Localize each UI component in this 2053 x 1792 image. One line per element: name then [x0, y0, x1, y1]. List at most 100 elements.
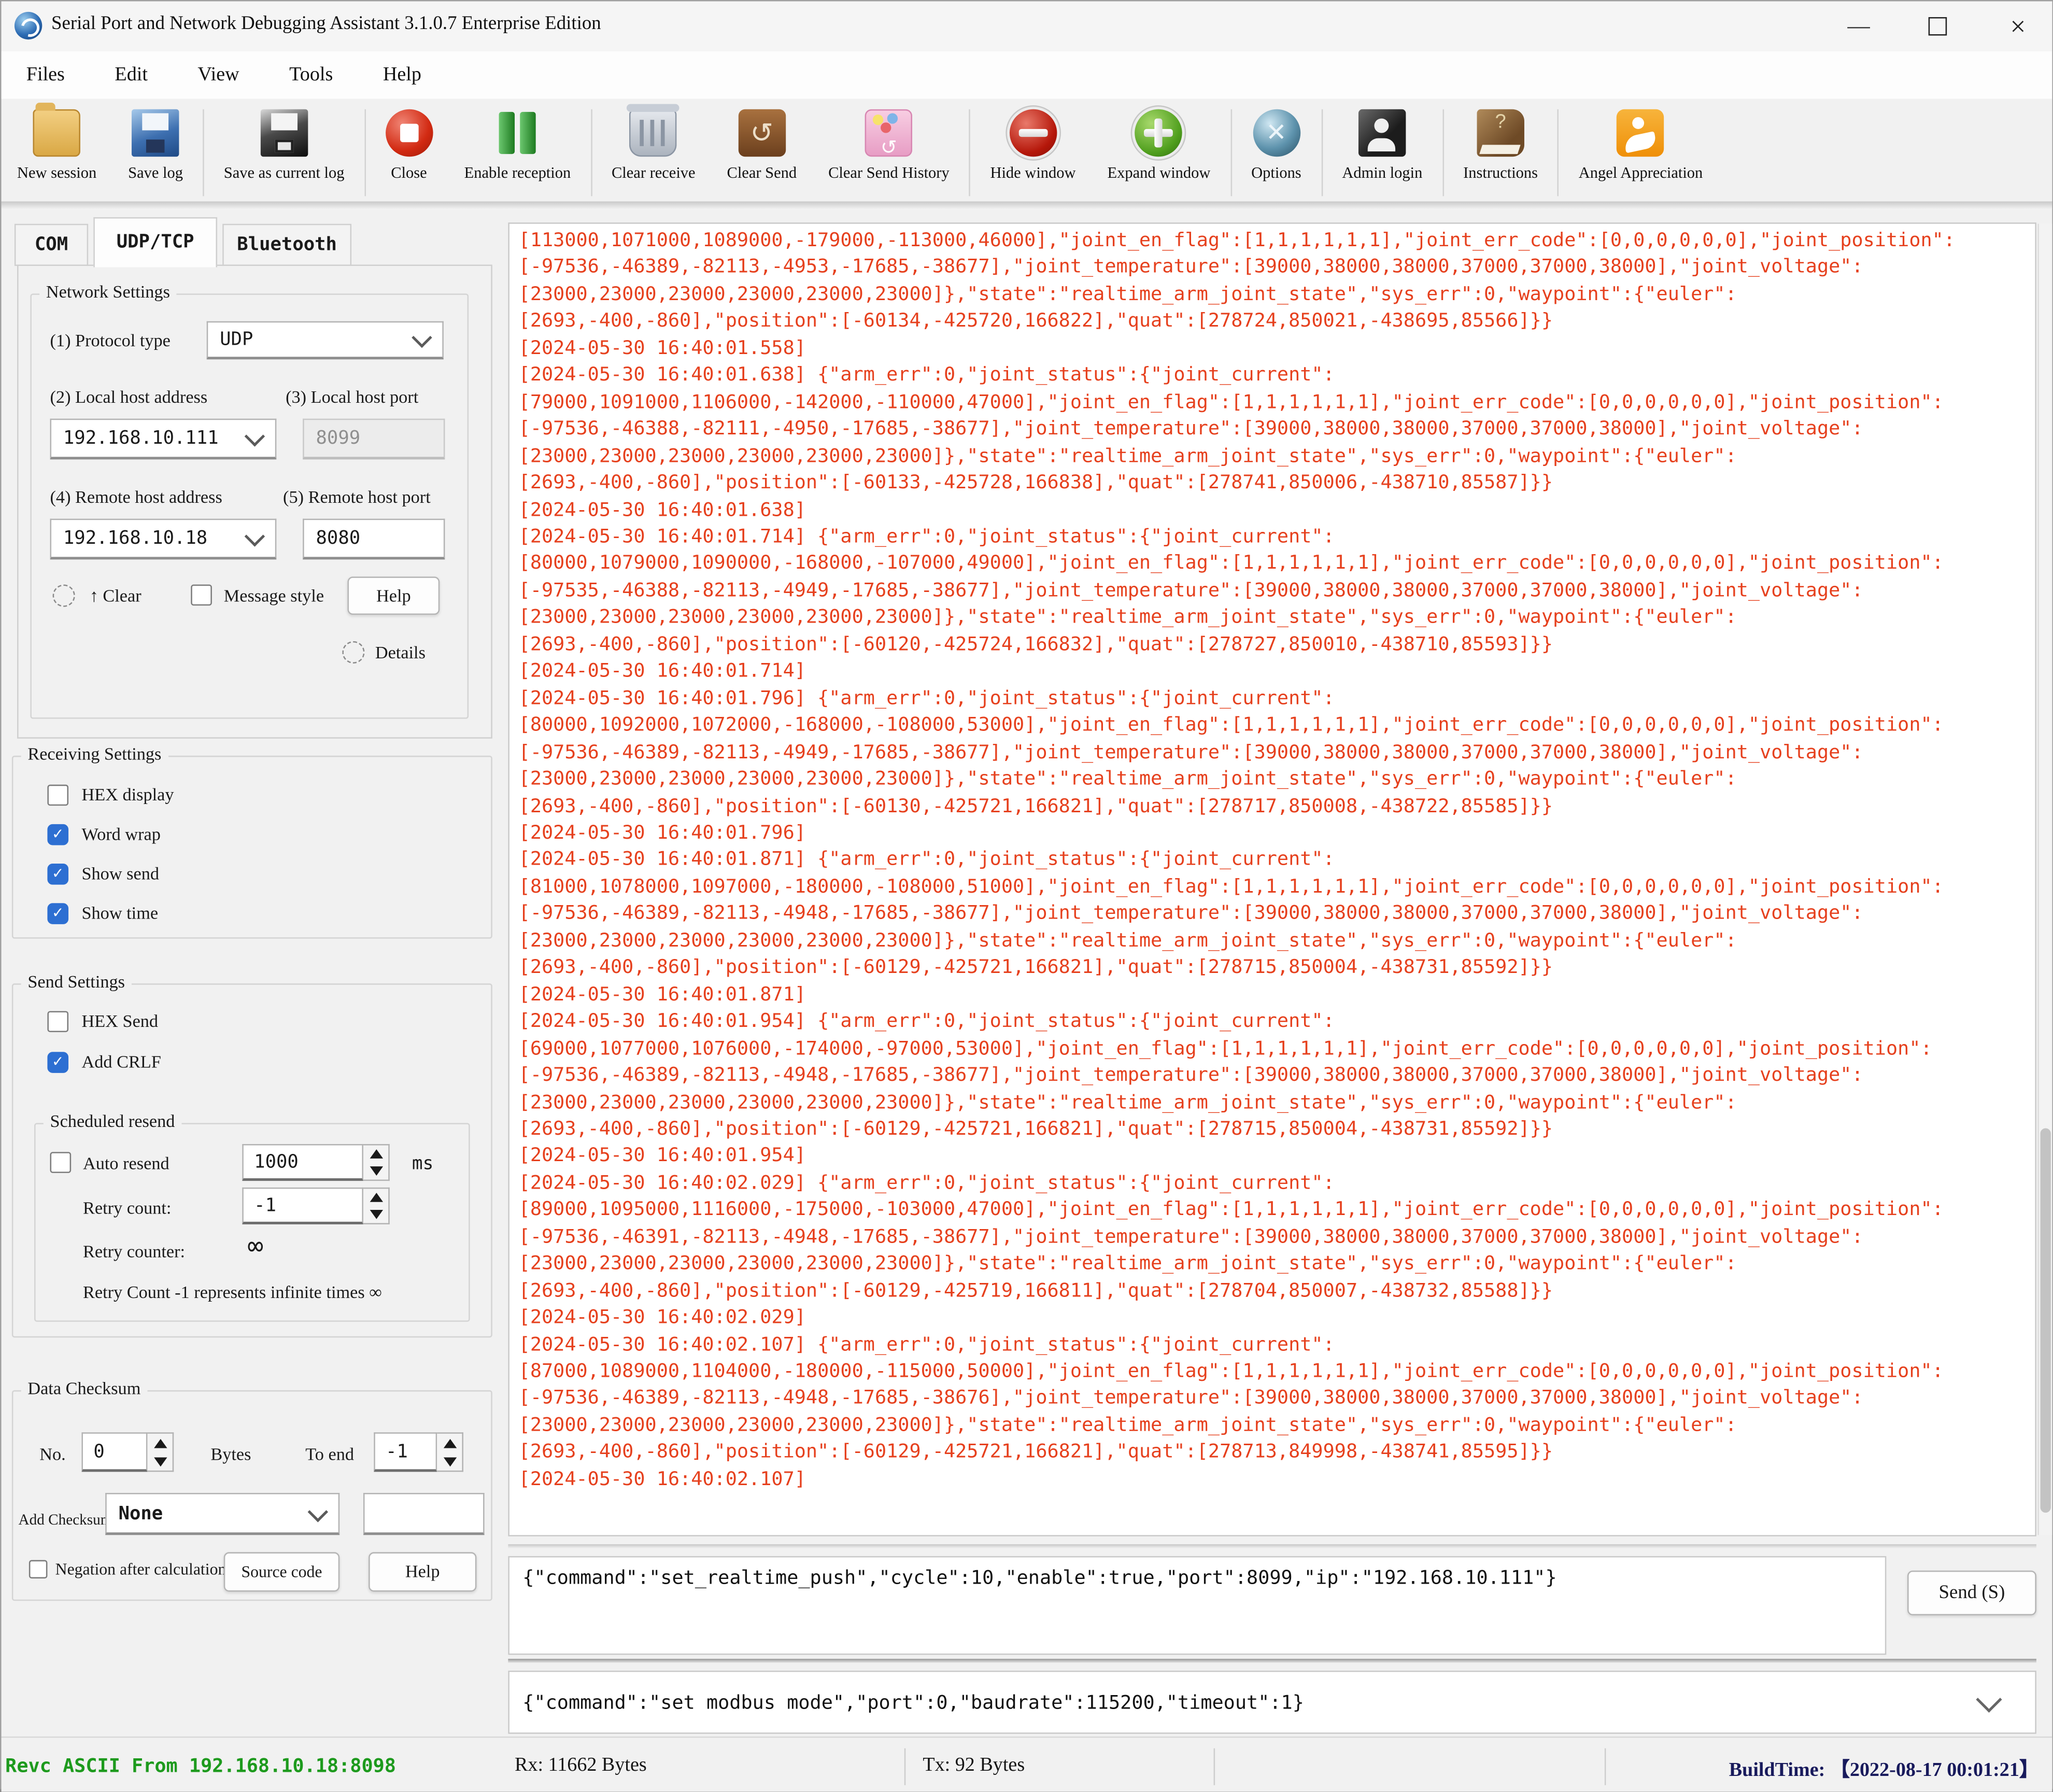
- auto-resend-label: Auto resend: [83, 1153, 169, 1175]
- send-button[interactable]: Send (S): [1907, 1571, 2036, 1615]
- menu-edit[interactable]: Edit: [90, 64, 173, 86]
- tab-udp-tcp[interactable]: UDP/TCP: [93, 217, 217, 267]
- toolbar-enable-reception-button[interactable]: Enable reception: [448, 109, 587, 183]
- remote-host-address-select[interactable]: 192.168.10.18: [50, 519, 277, 560]
- toolbar-separator: [1321, 109, 1323, 196]
- tab-bluetooth[interactable]: Bluetooth: [222, 224, 351, 266]
- retry-counter-label: Retry counter:: [83, 1241, 185, 1263]
- menu-files[interactable]: Files: [2, 64, 90, 86]
- step-up-icon[interactable]: [147, 1434, 172, 1452]
- resend-interval-value[interactable]: 1000: [242, 1144, 363, 1181]
- resend-interval-stepper[interactable]: 1000: [242, 1144, 389, 1181]
- chevron-down-icon[interactable]: [1976, 1687, 2002, 1713]
- log-scrollbar-thumb[interactable]: [2041, 1128, 2051, 1513]
- remote-host-address-label: (4) Remote host address: [50, 487, 222, 509]
- toolbar-clear-receive-button[interactable]: Clear receive: [596, 109, 711, 183]
- splitter[interactable]: [508, 1659, 2036, 1663]
- retry-count-stepper[interactable]: -1: [242, 1188, 389, 1224]
- show-send-checkbox[interactable]: ✓ Show send: [47, 864, 159, 885]
- step-down-icon[interactable]: [147, 1452, 172, 1471]
- checked-icon[interactable]: ✓: [47, 903, 68, 924]
- retry-count-value[interactable]: -1: [242, 1188, 363, 1224]
- toolbar-label: Hide window: [990, 163, 1075, 183]
- step-up-icon[interactable]: [437, 1434, 462, 1452]
- toolbar-instructions-button[interactable]: Instructions: [1448, 109, 1554, 183]
- admin-login-icon: [1358, 109, 1406, 157]
- toolbar-options-button[interactable]: Options: [1236, 109, 1318, 183]
- step-down-icon[interactable]: [363, 1206, 388, 1223]
- receive-log-area[interactable]: [113000,1071000,1089000,-179000,-113000,…: [508, 222, 2036, 1536]
- remote-host-port-input[interactable]: 8080: [303, 519, 445, 560]
- menu-help[interactable]: Help: [358, 64, 447, 86]
- local-host-port-input[interactable]: 8099: [303, 419, 445, 460]
- toolbar-separator: [590, 109, 592, 196]
- protocol-type-select[interactable]: UDP: [207, 321, 444, 360]
- toolbar-close-button[interactable]: Close: [370, 109, 448, 183]
- local-host-address-select[interactable]: 192.168.10.111: [50, 419, 277, 460]
- menu-view[interactable]: View: [173, 64, 264, 86]
- checksum-no-value[interactable]: 0: [81, 1432, 147, 1472]
- network-settings-title: Network Settings: [39, 281, 176, 303]
- toolbar-clear-send-history-button[interactable]: Clear Send History: [813, 109, 966, 183]
- toolbar-hide-window-button[interactable]: Hide window: [974, 109, 1092, 183]
- checkbox-label: Word wrap: [81, 824, 160, 845]
- maximize-icon[interactable]: [1901, 2, 1974, 52]
- step-up-icon[interactable]: [363, 1189, 388, 1206]
- checksum-to-end-stepper[interactable]: -1: [374, 1432, 463, 1472]
- hex-display-checkbox[interactable]: HEX display: [47, 785, 174, 806]
- save-as-current-log-icon: [260, 109, 307, 157]
- statusbar-divider: [1214, 1748, 1215, 1785]
- toolbar-separator: [1230, 109, 1232, 196]
- toolbar-label: New session: [17, 163, 96, 183]
- network-help-button[interactable]: Help: [347, 576, 440, 615]
- add-checksum-select[interactable]: None: [105, 1493, 339, 1535]
- source-code-button[interactable]: Source code: [224, 1552, 339, 1591]
- add-crlf-checkbox[interactable]: ✓Add CRLF: [47, 1052, 161, 1073]
- unchecked-icon[interactable]: [47, 785, 68, 806]
- toolbar-clear-send-button[interactable]: Clear Send: [711, 109, 813, 183]
- message-style-label: Message style: [224, 586, 324, 607]
- enable-reception-icon: [494, 109, 541, 157]
- tab-com[interactable]: COM: [15, 224, 88, 266]
- checksum-extra-input[interactable]: [363, 1493, 485, 1535]
- app-icon: [15, 12, 42, 39]
- send-history-input[interactable]: {"command":"set modbus mode","port":0,"b…: [508, 1671, 2036, 1734]
- log-scrollbar[interactable]: [2037, 224, 2052, 1535]
- protocol-type-label: (1) Protocol type: [50, 330, 171, 351]
- toolbar-admin-login-button[interactable]: Admin login: [1326, 109, 1438, 183]
- send-input[interactable]: {"command":"set_realtime_push","cycle":1…: [508, 1556, 1886, 1655]
- toolbar-angel-appreciation-button[interactable]: Angel Appreciation: [1563, 109, 1718, 183]
- step-down-icon[interactable]: [437, 1452, 462, 1471]
- checked-icon[interactable]: ✓: [47, 1052, 68, 1073]
- toolbar-save-log-button[interactable]: Save log: [112, 109, 199, 183]
- step-down-icon[interactable]: [363, 1163, 388, 1180]
- menu-tools[interactable]: Tools: [264, 64, 358, 86]
- checksum-no-stepper[interactable]: 0: [81, 1432, 174, 1472]
- hex-send-checkbox[interactable]: HEX Send: [47, 1011, 158, 1032]
- checked-icon[interactable]: ✓: [47, 824, 68, 845]
- details-button[interactable]: Details: [375, 642, 426, 664]
- unchecked-icon[interactable]: [47, 1011, 68, 1032]
- checkbox-label: Show send: [81, 864, 159, 885]
- close-icon[interactable]: ×: [1981, 2, 2053, 52]
- toolbar-separator: [1442, 109, 1443, 196]
- menu-bar: FilesEditViewToolsHelp: [2, 51, 2052, 98]
- checksum-to-end-value[interactable]: -1: [374, 1432, 437, 1472]
- negation-checkbox[interactable]: [29, 1560, 48, 1579]
- step-up-icon[interactable]: [363, 1146, 388, 1163]
- checksum-help-button[interactable]: Help: [369, 1552, 476, 1591]
- toolbar-new-session-button[interactable]: New session: [2, 109, 112, 183]
- auto-resend-checkbox[interactable]: [50, 1152, 72, 1173]
- checked-icon[interactable]: ✓: [47, 864, 68, 885]
- toolbar-save-as-current-log-button[interactable]: Save as current log: [208, 109, 360, 183]
- splitter[interactable]: [508, 1544, 2036, 1548]
- show-time-checkbox[interactable]: ✓Show time: [47, 903, 158, 924]
- checkbox-label: HEX display: [81, 785, 174, 806]
- options-icon: [1253, 109, 1300, 157]
- clear-counter-button[interactable]: ↑ Clear: [90, 586, 141, 607]
- message-style-checkbox[interactable]: [191, 585, 212, 606]
- minimize-icon[interactable]: —: [1822, 2, 1895, 52]
- instructions-icon: [1477, 109, 1524, 157]
- toolbar-expand-window-button[interactable]: Expand window: [1092, 109, 1226, 183]
- word-wrap-checkbox[interactable]: ✓ Word wrap: [47, 824, 160, 845]
